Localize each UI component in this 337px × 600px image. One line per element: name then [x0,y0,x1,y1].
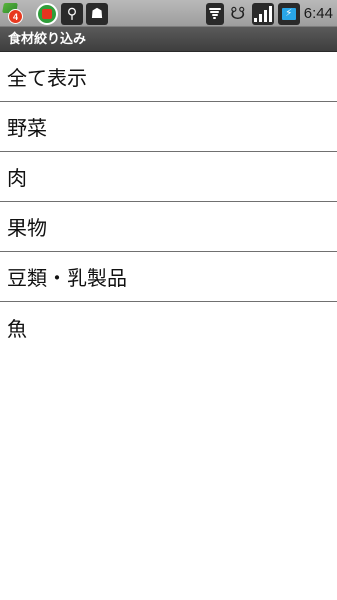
usb-icon: ⚲ [61,2,83,25]
notification-count-badge: 4 [8,8,23,24]
title-bar: 食材絞り込み [0,27,337,52]
status-bar: 4 ⚲ ☗ ☋ ⚡ 6:44 [0,0,337,27]
app-icon [36,2,58,25]
clock: 6:44 [303,5,333,22]
battery-icon: ⚡ [277,2,300,25]
wifi-icon [205,2,224,25]
list-item-show-all[interactable]: 全て表示 [0,52,337,102]
page-title: 食材絞り込み [8,32,87,47]
filter-list: 全て表示 野菜 肉 果物 豆類・乳製品 魚 [0,52,337,352]
notification-icon: 4 [2,2,33,25]
status-bar-system: ☋ ⚡ 6:44 [205,2,333,25]
status-bar-notifications: 4 ⚲ ☗ [2,2,108,25]
list-item-vegetables[interactable]: 野菜 [0,102,337,152]
signal-icon [251,2,274,25]
sync-icon: ☋ [230,3,246,24]
list-item-beans-dairy[interactable]: 豆類・乳製品 [0,252,337,302]
list-item-fruit[interactable]: 果物 [0,202,337,252]
list-item-meat[interactable]: 肉 [0,152,337,202]
list-item-fish[interactable]: 魚 [0,302,337,352]
android-debug-icon: ☗ [86,2,108,25]
